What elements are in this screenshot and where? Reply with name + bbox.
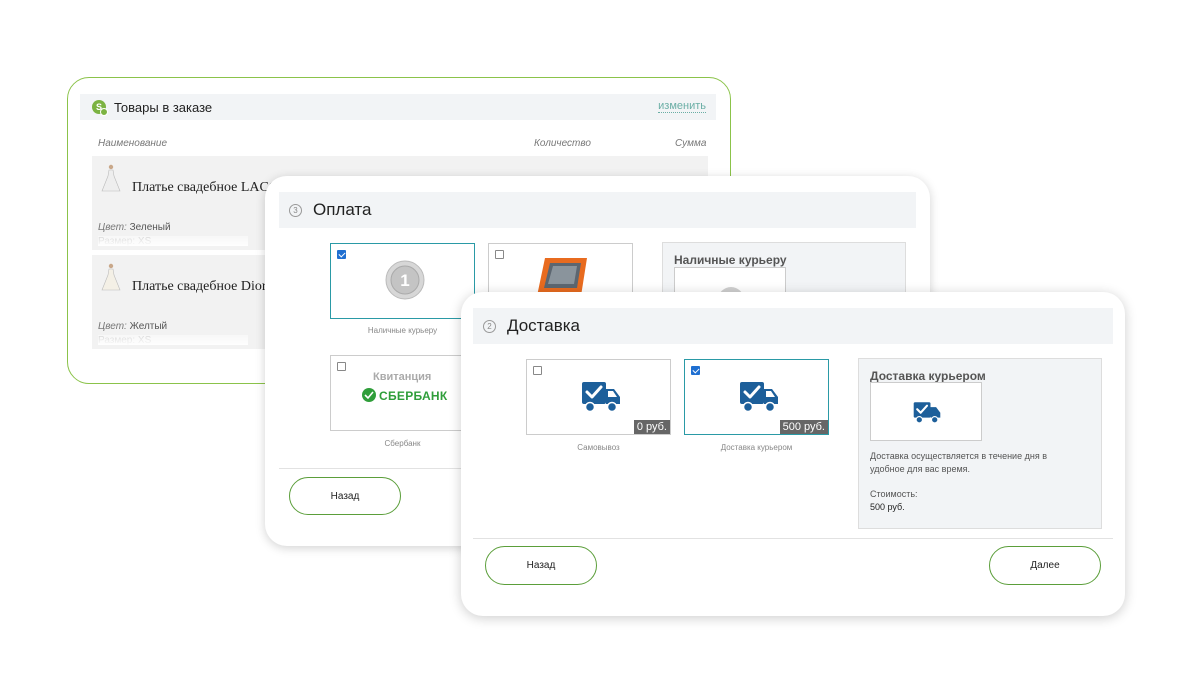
product-name[interactable]: Платье свадебное LACC bbox=[132, 180, 278, 196]
product-color: Цвет: Зеленый bbox=[98, 222, 171, 233]
delivery-option-caption: Самовывоз bbox=[577, 443, 620, 452]
column-header-sum: Сумма bbox=[675, 138, 707, 149]
delivery-truck-icon bbox=[582, 382, 620, 413]
checkbox[interactable] bbox=[495, 250, 504, 259]
order-badge-icon: S bbox=[92, 100, 108, 116]
payment-option-cash[interactable]: 1 bbox=[330, 243, 475, 319]
coin-icon: 1 bbox=[385, 260, 425, 300]
order-items-title: Товары в заказе bbox=[114, 99, 213, 115]
next-button[interactable]: Далее bbox=[989, 546, 1101, 585]
sberbank-logo bbox=[362, 388, 376, 402]
price-tag: 0 руб. bbox=[633, 420, 670, 434]
payment-option-sberbank[interactable]: Квитанция СБЕРБАНК bbox=[330, 355, 475, 431]
svg-text:1: 1 bbox=[400, 271, 409, 290]
product-name[interactable]: Платье свадебное Dior bbox=[132, 279, 267, 295]
delivery-title: Доставка bbox=[507, 316, 581, 335]
delivery-card: 2 Доставка 0 руб. Самовывоз 500 руб. Дос… bbox=[461, 292, 1125, 616]
payment-header: 3 Оплата bbox=[279, 192, 916, 228]
dress-icon bbox=[101, 263, 121, 291]
delivery-truck-icon bbox=[740, 382, 778, 413]
product-color: Цвет: Желтый bbox=[98, 321, 168, 332]
checkbox[interactable] bbox=[533, 366, 542, 375]
step-number: 3 bbox=[289, 203, 302, 217]
payment-info-title: Наличные курьеру bbox=[674, 253, 787, 267]
change-order-link[interactable]: изменить bbox=[658, 100, 706, 113]
delivery-option-pickup[interactable]: 0 руб. bbox=[526, 359, 671, 435]
column-header-name: Наименование bbox=[98, 138, 168, 149]
delivery-truck-icon bbox=[913, 402, 941, 424]
payment-title: Оплата bbox=[313, 200, 372, 219]
column-header-qty: Количество bbox=[534, 138, 591, 149]
step-number: 2 bbox=[483, 319, 496, 333]
divider bbox=[473, 538, 1113, 539]
receipt-label: Квитанция bbox=[373, 371, 432, 383]
checkbox[interactable] bbox=[691, 366, 700, 375]
dress-icon bbox=[101, 164, 121, 192]
sberbank-wordmark: СБЕРБАНК bbox=[379, 389, 448, 403]
back-button[interactable]: Назад bbox=[289, 477, 401, 515]
order-items-header: S Товары в заказе изменить bbox=[80, 94, 716, 120]
delivery-info-thumbnail bbox=[870, 382, 982, 441]
delivery-info-text-1: Доставка осуществляется в течение дня в bbox=[870, 451, 1047, 461]
payment-option-caption: Сбербанк bbox=[384, 439, 421, 448]
payment-option-caption: Наличные курьеру bbox=[367, 326, 438, 335]
delivery-header: 2 Доставка bbox=[473, 308, 1113, 344]
delivery-cost-value: 500 руб. bbox=[870, 502, 905, 512]
checkbox[interactable] bbox=[337, 250, 346, 259]
price-tag: 500 руб. bbox=[779, 420, 828, 434]
delivery-info-title: Доставка курьером bbox=[870, 369, 986, 383]
back-button[interactable]: Назад bbox=[485, 546, 597, 585]
delivery-option-caption: Доставка курьером bbox=[720, 443, 793, 452]
delivery-option-courier[interactable]: 500 руб. bbox=[684, 359, 829, 435]
delivery-cost-label: Стоимость: bbox=[870, 489, 918, 499]
product-size-faded: Размер: XS bbox=[98, 236, 248, 246]
delivery-info-text-2: удобное для вас время. bbox=[870, 464, 971, 474]
delivery-info-panel: Доставка курьером Доставка осуществляетс… bbox=[858, 358, 1102, 529]
product-size-faded: Размер: XS bbox=[98, 335, 248, 345]
checkbox[interactable] bbox=[337, 362, 346, 371]
